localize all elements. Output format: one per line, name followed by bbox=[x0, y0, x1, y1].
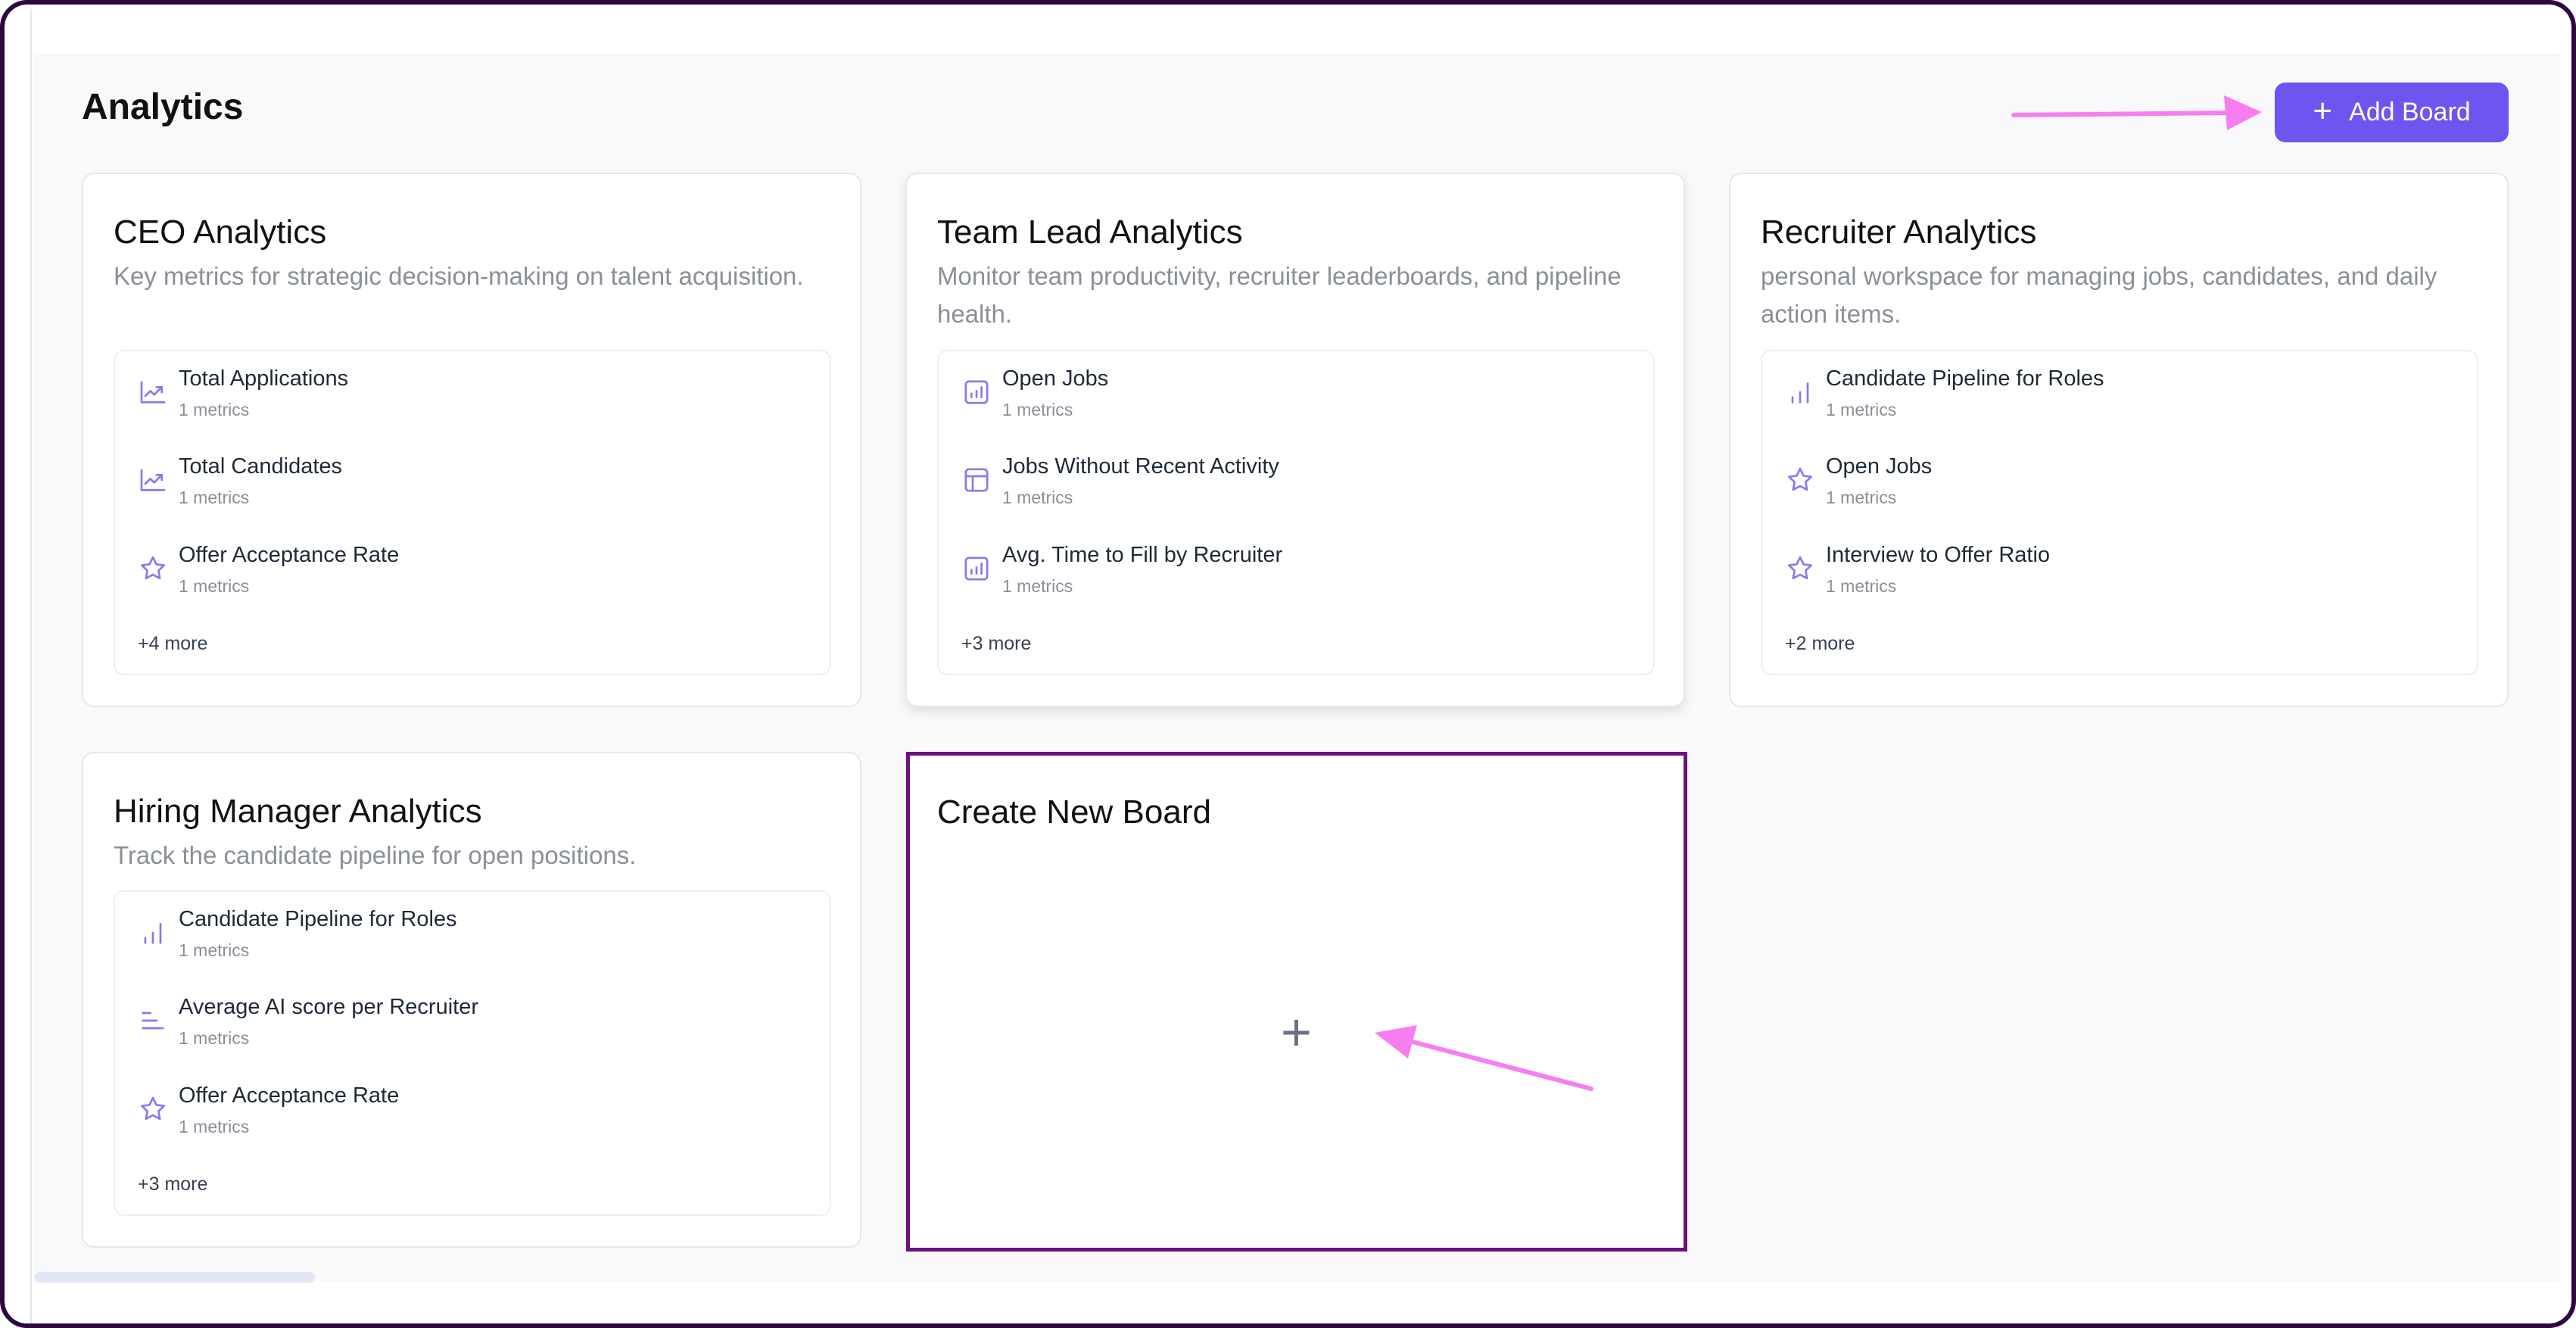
metric-name: Candidate Pipeline for Roles bbox=[1826, 366, 2104, 391]
metric-count: 1 metrics bbox=[179, 400, 250, 419]
bar-chart-icon bbox=[138, 918, 168, 948]
metric-count: 1 metrics bbox=[1826, 400, 1897, 419]
board-description: personal workspace for managing jobs, ca… bbox=[1761, 262, 2437, 328]
metrics-list: Candidate Pipeline for Roles 1 metrics A… bbox=[114, 890, 831, 1216]
metric-name: Avg. Time to Fill by Recruiter bbox=[1002, 543, 1283, 567]
metric-name: Interview to Offer Ratio bbox=[1826, 543, 2051, 567]
metric-name: Average AI score per Recruiter bbox=[179, 995, 478, 1019]
metric-name: Total Candidates bbox=[179, 454, 343, 479]
list-item[interactable]: Open Jobs 1 metrics bbox=[1785, 454, 2451, 515]
list-item[interactable]: Avg. Time to Fill by Recruiter 1 metrics bbox=[961, 543, 1628, 603]
star-icon bbox=[138, 1094, 168, 1124]
create-new-board-card[interactable]: Create New Board + bbox=[906, 752, 1687, 1252]
board-card-team-lead-analytics[interactable]: Team Lead Analytics Monitor team product… bbox=[905, 173, 1685, 707]
list-item[interactable]: Total Applications 1 metrics bbox=[138, 366, 804, 427]
list-item[interactable]: Candidate Pipeline for Roles 1 metrics bbox=[138, 907, 804, 968]
metric-name: Offer Acceptance Rate bbox=[179, 1083, 400, 1108]
left-sidebar-edge bbox=[9, 9, 32, 1323]
more-metrics-link[interactable]: +2 more bbox=[1785, 633, 1855, 655]
horizontal-bars-icon bbox=[138, 1005, 168, 1036]
table-icon bbox=[961, 465, 992, 495]
metric-name: Open Jobs bbox=[1002, 366, 1109, 391]
bar-chart-box-icon bbox=[961, 553, 992, 584]
annotation-arrow bbox=[1375, 1025, 1593, 1091]
trend-line-icon bbox=[138, 377, 168, 407]
app-window: Analytics + Add Board CEO Analytics Key … bbox=[0, 0, 2576, 1328]
board-title: CEO Analytics bbox=[114, 214, 327, 251]
metrics-list: Candidate Pipeline for Roles 1 metrics O… bbox=[1761, 350, 2478, 675]
more-metrics-link[interactable]: +4 more bbox=[138, 633, 207, 655]
metric-count: 1 metrics bbox=[1002, 488, 1073, 507]
board-title: Team Lead Analytics bbox=[937, 214, 1243, 251]
horizontal-scrollbar[interactable] bbox=[35, 1272, 315, 1283]
metric-name: Open Jobs bbox=[1826, 454, 1933, 479]
board-card-recruiter-analytics[interactable]: Recruiter Analytics personal workspace f… bbox=[1729, 173, 2509, 707]
list-item[interactable]: Interview to Offer Ratio 1 metrics bbox=[1785, 543, 2451, 603]
more-metrics-link[interactable]: +3 more bbox=[961, 633, 1031, 655]
metric-count: 1 metrics bbox=[1002, 400, 1073, 419]
bar-chart-box-icon bbox=[961, 377, 992, 407]
metric-count: 1 metrics bbox=[1826, 488, 1897, 507]
board-description: Track the candidate pipeline for open po… bbox=[114, 841, 637, 869]
board-title: Hiring Manager Analytics bbox=[114, 793, 482, 830]
plus-icon[interactable]: + bbox=[1281, 1005, 1312, 1058]
board-description: Key metrics for strategic decision-makin… bbox=[114, 262, 804, 290]
list-item[interactable]: Candidate Pipeline for Roles 1 metrics bbox=[1785, 366, 2451, 427]
add-board-button[interactable]: + Add Board bbox=[2275, 83, 2509, 142]
metric-name: Candidate Pipeline for Roles bbox=[179, 907, 457, 931]
list-item[interactable]: Open Jobs 1 metrics bbox=[961, 366, 1628, 427]
star-icon bbox=[1785, 553, 1815, 584]
board-card-ceo-analytics[interactable]: CEO Analytics Key metrics for strategic … bbox=[82, 173, 861, 707]
create-board-title: Create New Board bbox=[937, 793, 1211, 831]
metric-name: Total Applications bbox=[179, 366, 349, 391]
metric-count: 1 metrics bbox=[179, 940, 250, 960]
metric-count: 1 metrics bbox=[179, 576, 250, 596]
metric-count: 1 metrics bbox=[1002, 576, 1073, 596]
metrics-list: Open Jobs 1 metrics Jobs Without Recent … bbox=[937, 350, 1655, 675]
page-title: Analytics bbox=[82, 87, 244, 127]
plus-icon: + bbox=[2313, 92, 2333, 129]
star-icon bbox=[1785, 465, 1815, 495]
metric-count: 1 metrics bbox=[179, 1117, 250, 1136]
add-board-label: Add Board bbox=[2349, 98, 2471, 126]
board-title: Recruiter Analytics bbox=[1761, 214, 2037, 251]
metric-count: 1 metrics bbox=[1826, 576, 1897, 596]
trend-line-icon bbox=[138, 465, 168, 495]
bar-chart-icon bbox=[1785, 377, 1815, 407]
list-item[interactable]: Jobs Without Recent Activity 1 metrics bbox=[961, 454, 1628, 515]
board-description: Monitor team productivity, recruiter lea… bbox=[937, 262, 1621, 328]
metric-count: 1 metrics bbox=[179, 1028, 250, 1048]
list-item[interactable]: Total Candidates 1 metrics bbox=[138, 454, 804, 515]
more-metrics-link[interactable]: +3 more bbox=[138, 1174, 207, 1196]
metric-count: 1 metrics bbox=[179, 488, 250, 507]
metrics-list: Total Applications 1 metrics Total Candi… bbox=[114, 350, 831, 675]
board-card-hiring-manager-analytics[interactable]: Hiring Manager Analytics Track the candi… bbox=[82, 752, 861, 1248]
list-item[interactable]: Average AI score per Recruiter 1 metrics bbox=[138, 995, 804, 1055]
metric-name: Offer Acceptance Rate bbox=[179, 543, 400, 567]
metric-name: Jobs Without Recent Activity bbox=[1002, 454, 1279, 479]
star-icon bbox=[138, 553, 168, 584]
list-item[interactable]: Offer Acceptance Rate 1 metrics bbox=[138, 543, 804, 603]
list-item[interactable]: Offer Acceptance Rate 1 metrics bbox=[138, 1083, 804, 1144]
annotation-arrow bbox=[2011, 95, 2262, 130]
